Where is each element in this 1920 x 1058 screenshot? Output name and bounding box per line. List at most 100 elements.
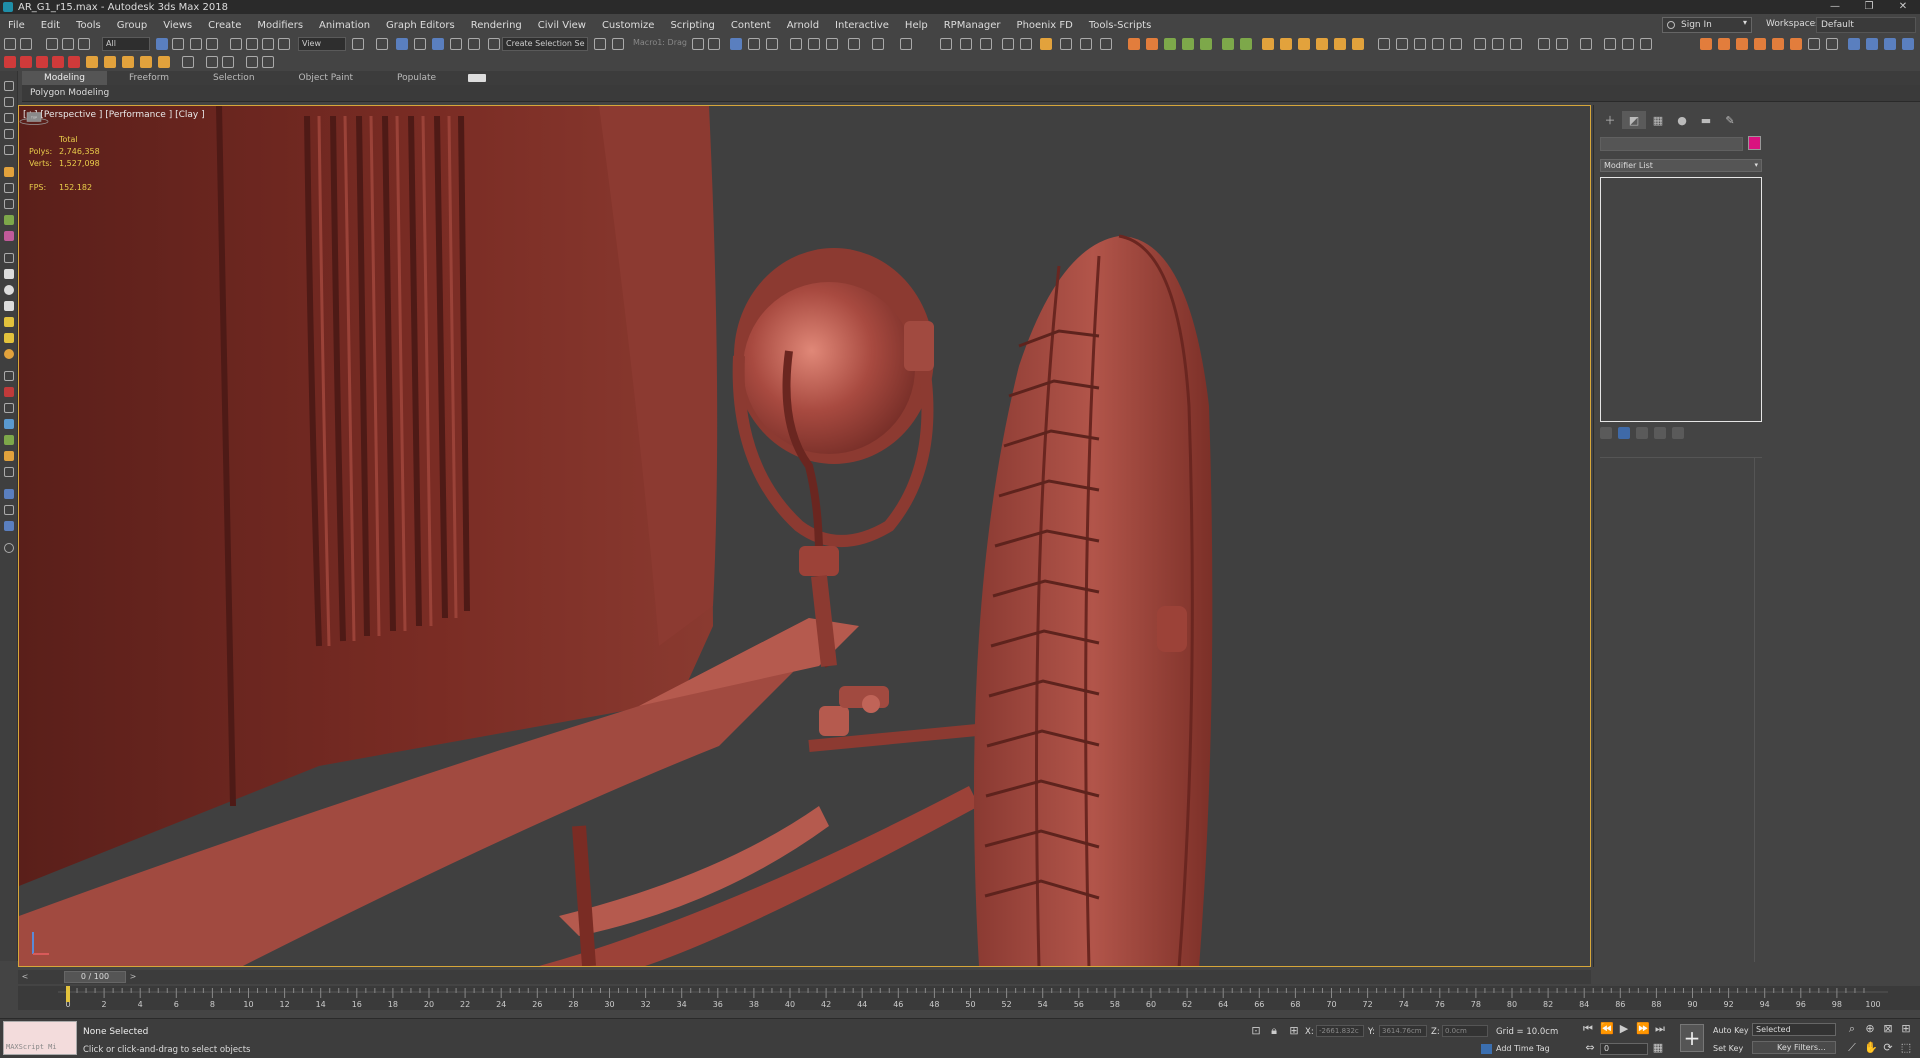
- zoom-extents-all-icon[interactable]: ⊞: [1900, 1023, 1912, 1035]
- time-slider-prev[interactable]: <: [20, 971, 30, 983]
- vray-sphere-icon[interactable]: [158, 56, 170, 68]
- maximize-viewport-icon[interactable]: ⬚: [1900, 1042, 1912, 1054]
- create-light-icon[interactable]: [4, 113, 14, 123]
- angle-snap-icon[interactable]: [432, 38, 444, 50]
- vray-mesh-export-icon[interactable]: [182, 56, 194, 68]
- frame-tool-icon[interactable]: [1002, 38, 1014, 50]
- vray-plane-icon[interactable]: [140, 56, 152, 68]
- link-tool-icon[interactable]: [4, 467, 14, 477]
- light-icon[interactable]: [1262, 38, 1274, 50]
- phoenix-fire-icon[interactable]: [1700, 38, 1712, 50]
- minimize-icon[interactable]: —: [1818, 0, 1852, 14]
- vray-sun-icon[interactable]: [68, 56, 80, 68]
- unlink-icon[interactable]: [62, 38, 74, 50]
- menu-content[interactable]: Content: [723, 20, 779, 31]
- vray-material-icon[interactable]: [222, 56, 234, 68]
- perspective-viewport[interactable]: [+] [Perspective ] [Performance ] [Clay …: [18, 105, 1591, 967]
- play-animation-icon[interactable]: ▶: [1618, 1023, 1630, 1035]
- phoenix-particle-icon[interactable]: [1754, 38, 1766, 50]
- keyboard-shortcut-override-icon[interactable]: [396, 38, 408, 50]
- material-editor-icon[interactable]: [766, 38, 778, 50]
- menu-help[interactable]: Help: [897, 20, 936, 31]
- box-icon[interactable]: [4, 269, 14, 279]
- close-icon[interactable]: ✕: [1886, 0, 1920, 14]
- link-icon[interactable]: [46, 38, 58, 50]
- omni-light-icon[interactable]: [1280, 38, 1292, 50]
- remove-modifier-icon[interactable]: [1654, 427, 1666, 439]
- tab-object-paint[interactable]: Object Paint: [277, 71, 375, 85]
- render-setup-icon[interactable]: [790, 38, 802, 50]
- spot-light-icon[interactable]: [1298, 38, 1310, 50]
- fire-effect-icon[interactable]: [1128, 38, 1140, 50]
- key-selection-dropdown[interactable]: Selected: [1752, 1023, 1836, 1036]
- menu-rpmanager[interactable]: RPManager: [936, 20, 1009, 31]
- help-icon[interactable]: [4, 543, 14, 553]
- select-object-icon[interactable]: [156, 38, 168, 50]
- rpmanager-settings-icon[interactable]: [1902, 38, 1914, 50]
- viewport-tool-icon[interactable]: [1020, 38, 1032, 50]
- modifier-stack[interactable]: [1600, 177, 1762, 422]
- media-stop-icon[interactable]: [1556, 38, 1568, 50]
- vray-scene-converter-icon[interactable]: [206, 56, 218, 68]
- zoom-all-icon[interactable]: ⊕: [1864, 1023, 1876, 1035]
- show-end-result-icon[interactable]: [1618, 427, 1630, 439]
- rendered-frame-window-icon[interactable]: [808, 38, 820, 50]
- select-manipulate-icon[interactable]: [376, 38, 388, 50]
- time-slider-thumb[interactable]: 0 / 100: [64, 971, 126, 983]
- scale-icon[interactable]: [262, 38, 274, 50]
- rotate-icon[interactable]: [246, 38, 258, 50]
- area-light-icon[interactable]: [1316, 38, 1328, 50]
- create-shape-icon[interactable]: [4, 97, 14, 107]
- media-pause-icon[interactable]: [1580, 38, 1592, 50]
- pencil-icon[interactable]: [4, 451, 14, 461]
- scatter-icon[interactable]: [1200, 38, 1212, 50]
- teapot-icon[interactable]: [1450, 38, 1462, 50]
- isolate-icon[interactable]: [4, 183, 14, 193]
- time-config-icon[interactable]: ⇔: [1584, 1042, 1596, 1054]
- region-select-icon[interactable]: [190, 38, 202, 50]
- paint-brush-icon[interactable]: [4, 231, 14, 241]
- move-icon[interactable]: [230, 38, 242, 50]
- time-configuration-icon[interactable]: ▦: [1652, 1042, 1664, 1054]
- vray-proxy-icon[interactable]: [104, 56, 116, 68]
- selection-lock-icon[interactable]: 🔒︎: [1268, 1025, 1280, 1037]
- globe-icon[interactable]: [4, 489, 14, 499]
- hierarchy-tab-icon[interactable]: ▦: [1646, 111, 1670, 129]
- ribbon-toggle-icon[interactable]: [708, 38, 720, 50]
- foliage-icon[interactable]: [1182, 38, 1194, 50]
- scene-explorer-icon[interactable]: [900, 38, 912, 50]
- geosphere-prim-icon[interactable]: [4, 349, 14, 359]
- sign-in-dropdown[interactable]: Sign In ▾: [1662, 17, 1752, 33]
- field-of-view-icon[interactable]: ⟋: [1846, 1042, 1858, 1054]
- zoom-extents-icon[interactable]: ⊠: [1882, 1023, 1894, 1035]
- absolute-mode-icon[interactable]: ⊞: [1288, 1025, 1300, 1037]
- rpmanager-render-icon[interactable]: [1884, 38, 1896, 50]
- freeze-icon[interactable]: [4, 199, 14, 209]
- polygon-modeling-panel[interactable]: Polygon Modeling: [30, 88, 109, 98]
- create-geometry-icon[interactable]: [4, 81, 14, 91]
- create-helper-icon[interactable]: [4, 145, 14, 155]
- scatter-brush-icon[interactable]: [4, 215, 14, 225]
- named-selection-set-dropdown[interactable]: Create Selection Se: [502, 37, 588, 51]
- magnet-icon[interactable]: [4, 387, 14, 397]
- vray-dome-icon[interactable]: [86, 56, 98, 68]
- y-coordinate-field[interactable]: 3614.76cm: [1379, 1025, 1427, 1037]
- window-crossing-icon[interactable]: [206, 38, 218, 50]
- track-bar[interactable]: 0 2 4 6 8 10 12 14 16 18 20 22 24 26 28 30 32 34 36 38 40 42 4…: [18, 986, 1920, 1010]
- phoenix-foam-icon[interactable]: [1772, 38, 1784, 50]
- line-tool-icon[interactable]: [4, 403, 14, 413]
- camera-tool-icon[interactable]: [960, 38, 972, 50]
- selection-filter-dropdown[interactable]: All: [102, 37, 150, 51]
- paint-icon[interactable]: [1240, 38, 1252, 50]
- motion-tab-icon[interactable]: ●: [1670, 111, 1694, 129]
- layer-explorer-icon[interactable]: [692, 38, 704, 50]
- vray-lister-icon[interactable]: [246, 56, 258, 68]
- rpmanager-pass-icon[interactable]: [1866, 38, 1878, 50]
- x-coordinate-field[interactable]: -2661.832c: [1316, 1025, 1364, 1037]
- maxscript-listener[interactable]: MAXScript Mi: [3, 1021, 77, 1055]
- stop-icon[interactable]: [1492, 38, 1504, 50]
- pan-view-icon[interactable]: ✋: [1864, 1042, 1878, 1054]
- menu-graph-editors[interactable]: Graph Editors: [378, 20, 463, 31]
- viewport-label[interactable]: [+] [Perspective ] [Performance ] [Clay …: [23, 110, 205, 120]
- object-name-field[interactable]: [1600, 137, 1743, 151]
